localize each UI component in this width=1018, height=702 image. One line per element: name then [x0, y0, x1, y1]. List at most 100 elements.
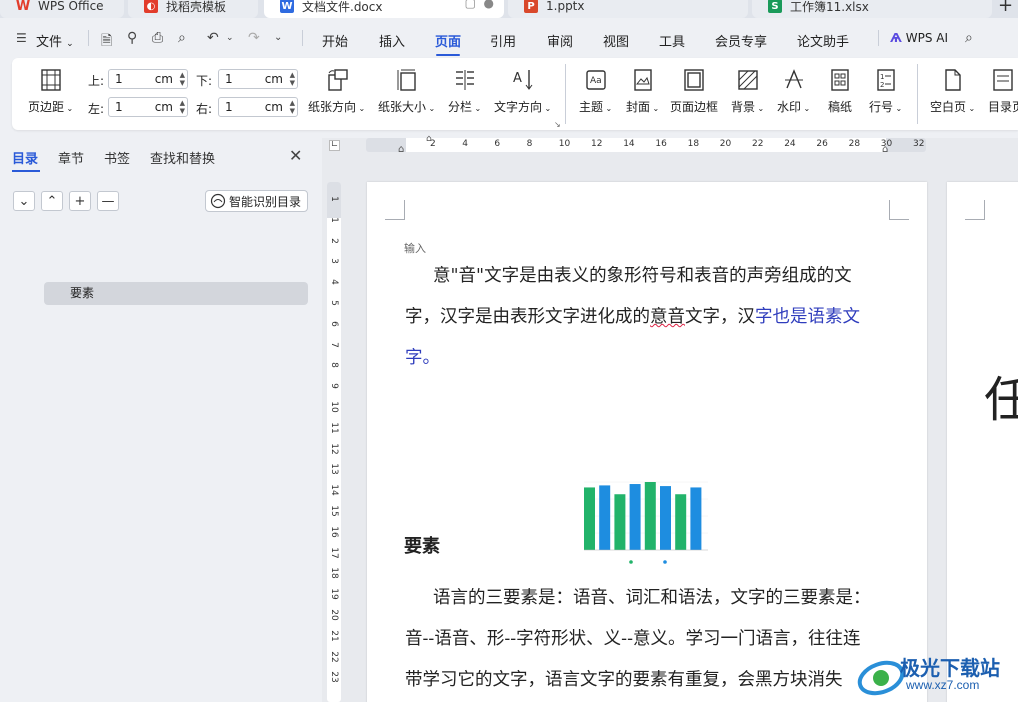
tab-pptx[interactable]: P 1.pptx [508, 0, 748, 18]
page-border-button[interactable]: 页面边框 [670, 68, 718, 115]
menu-page[interactable]: 页面 [435, 31, 461, 50]
right-indent-marker[interactable]: ⌂ [882, 144, 888, 155]
wps-ai-icon: Ѧ [890, 31, 902, 45]
new-tab-plus-icon[interactable]: + [998, 0, 1013, 16]
spin-up-icon[interactable]: ▲ [180, 100, 185, 107]
paper-size-icon [397, 69, 416, 91]
undo-dropdown-icon[interactable]: ⌄ [226, 33, 234, 43]
menu-reference[interactable]: 引用 [490, 31, 516, 50]
toc-item[interactable]: 要素 [44, 282, 308, 305]
spin-down-icon[interactable]: ▼ [290, 80, 295, 87]
top-margin-field[interactable]: 1 cm ▲ ▼ [108, 69, 188, 89]
embedded-bar-chart[interactable] [578, 476, 712, 566]
nav-tab-chapters[interactable]: 章节 [58, 148, 84, 167]
excel-icon: S [768, 0, 782, 13]
menu-tools[interactable]: 工具 [659, 31, 685, 50]
file-menu[interactable]: 文件 ⌄ [36, 31, 74, 50]
paragraph-line[interactable]: 字，汉字是由表形文字进化成的意音文字，汉字也是语素文 [405, 303, 860, 328]
remove-heading-button[interactable]: — [97, 191, 119, 211]
wps-ai-button[interactable]: Ѧ WPS AI [890, 31, 948, 45]
ruler-tick: 24 [784, 139, 796, 149]
toc-page-button[interactable]: 目录页 [988, 68, 1018, 115]
ruler-tick: 8 [526, 139, 533, 149]
minus-icon: — [101, 193, 115, 209]
heading[interactable]: 要素 [404, 532, 440, 558]
paragraph-line[interactable]: 音--语音、形--字符形状、义--意义。学习一门语言，往往连 [405, 625, 860, 650]
watermark-icon [784, 69, 803, 89]
cover-button[interactable]: 封面 ⌄ [626, 68, 659, 115]
undo-icon[interactable]: ↶ [207, 30, 219, 46]
line-number-button[interactable]: 12 行号 ⌄ [869, 68, 902, 115]
bottom-margin-field[interactable]: 1 cm ▲ ▼ [218, 69, 298, 89]
menu-member[interactable]: 会员专享 [715, 31, 767, 50]
watermark-button[interactable]: 水印 ⌄ [777, 68, 810, 115]
link-icon[interactable]: ⚲ [127, 30, 137, 46]
blank-page-button[interactable]: 空白页 ⌄ [930, 68, 975, 115]
first-line-indent-marker[interactable]: ⌂ [426, 134, 432, 144]
spin-down-icon[interactable]: ▼ [180, 108, 185, 115]
print-preview-icon[interactable]: ⌕ [178, 30, 186, 46]
ruler-tick: 14 [623, 139, 635, 149]
nav-tab-bookmarks[interactable]: 书签 [104, 148, 130, 167]
paragraph-line[interactable]: 带学习它的文字，语言文字的要素有重复，会黑方块消失 [405, 666, 843, 691]
manuscript-button[interactable]: 稿纸 [828, 68, 852, 115]
menu-review[interactable]: 审阅 [547, 31, 573, 50]
docer-icon: ◐ [144, 0, 158, 13]
divider [88, 30, 89, 46]
left-margin-field[interactable]: 1 cm ▲ ▼ [108, 97, 188, 117]
smart-toc-button[interactable]: 智能识别目录 [205, 190, 308, 212]
more-dropdown-icon[interactable]: ⌄ [274, 32, 282, 43]
ruler-tick: 10 [329, 401, 339, 413]
spin-up-icon[interactable]: ▲ [290, 100, 295, 107]
nav-tab-find-replace[interactable]: 查找和替换 [150, 148, 215, 167]
hamburger-icon[interactable]: ☰ [16, 31, 27, 45]
tab-xlsx[interactable]: S 工作簿11.xlsx [752, 0, 992, 18]
watermark-logo-icon [857, 660, 905, 696]
menu-insert[interactable]: 插入 [379, 31, 405, 50]
left-margin-label: 左: [88, 102, 105, 116]
search-icon[interactable]: ⌕ [965, 30, 973, 46]
paper-size-button[interactable]: 纸张大小 ⌄ [378, 68, 435, 115]
redo-icon[interactable]: ↷ [248, 30, 260, 46]
text-direction-button[interactable]: A 文字方向 ⌄ [494, 68, 551, 115]
spin-down-icon[interactable]: ▼ [290, 108, 295, 115]
tab-docer-templates[interactable]: ◐ 找稻壳模板 [128, 0, 258, 18]
page2-text[interactable]: 任 [984, 360, 1018, 430]
collapse-button[interactable]: ⌄ [13, 191, 35, 211]
nav-tab-toc[interactable]: 目录 [12, 148, 38, 167]
tab-wps-office[interactable]: W WPS Office [0, 0, 124, 18]
tab-stop-selector[interactable]: ∟ [329, 140, 340, 151]
next-document-page[interactable] [947, 182, 1018, 702]
svg-text:2: 2 [880, 81, 884, 89]
svg-text:1: 1 [880, 73, 884, 81]
spin-down-icon[interactable]: ▼ [180, 80, 185, 87]
margin-corner-mark [965, 200, 985, 220]
orientation-button[interactable]: 纸张方向 ⌄ [308, 68, 365, 115]
spin-up-icon[interactable]: ▲ [290, 72, 295, 79]
theme-button[interactable]: Aa 主题 ⌄ [579, 68, 612, 115]
save-icon[interactable]: 🗎 [101, 30, 112, 54]
add-heading-button[interactable]: + [69, 191, 91, 211]
spin-up-icon[interactable]: ▲ [180, 72, 185, 79]
left-indent-marker[interactable]: ⌂ [398, 144, 404, 155]
right-margin-field[interactable]: 1 cm ▲ ▼ [218, 97, 298, 117]
tab-document[interactable]: W 文档文件.docx ▢ ● [264, 0, 504, 18]
margins-button[interactable]: 页边距 ⌄ [28, 68, 73, 115]
horizontal-ruler[interactable]: 2 4 6 8 10 12 14 16 18 20 22 24 26 28 30 32 ⌂ ⌂ ⌂ [366, 134, 926, 155]
background-button[interactable]: 背景 ⌄ [731, 68, 764, 115]
paragraph-line[interactable]: 语言的三要素是：语音、词汇和语法，文字的三要素是： [433, 584, 871, 609]
dialog-launcher-icon[interactable]: ↘ [554, 120, 561, 129]
expand-up-button[interactable]: ⌃ [41, 191, 63, 211]
document-page[interactable] [367, 182, 927, 702]
vertical-ruler[interactable]: 1 1 2 3 4 5 6 7 8 9 10 11 12 13 14 15 16 17 18 19 20 21 22 23 [327, 182, 341, 702]
menu-view[interactable]: 视图 [603, 31, 629, 50]
paragraph-line[interactable]: 字。 [405, 344, 440, 369]
chevron-down-icon: ⌄ [542, 104, 552, 113]
close-icon[interactable]: ✕ [289, 146, 302, 165]
print-icon[interactable]: ⎙ [152, 30, 163, 46]
right-margin-label: 右: [196, 102, 213, 116]
menu-start[interactable]: 开始 [322, 31, 348, 50]
menu-paper-assistant[interactable]: 论文助手 [797, 31, 849, 50]
columns-button[interactable]: 分栏 ⌄ [448, 68, 481, 115]
paragraph-line[interactable]: 意"音"文字是由表义的象形符号和表音的声旁组成的文 [433, 262, 852, 287]
